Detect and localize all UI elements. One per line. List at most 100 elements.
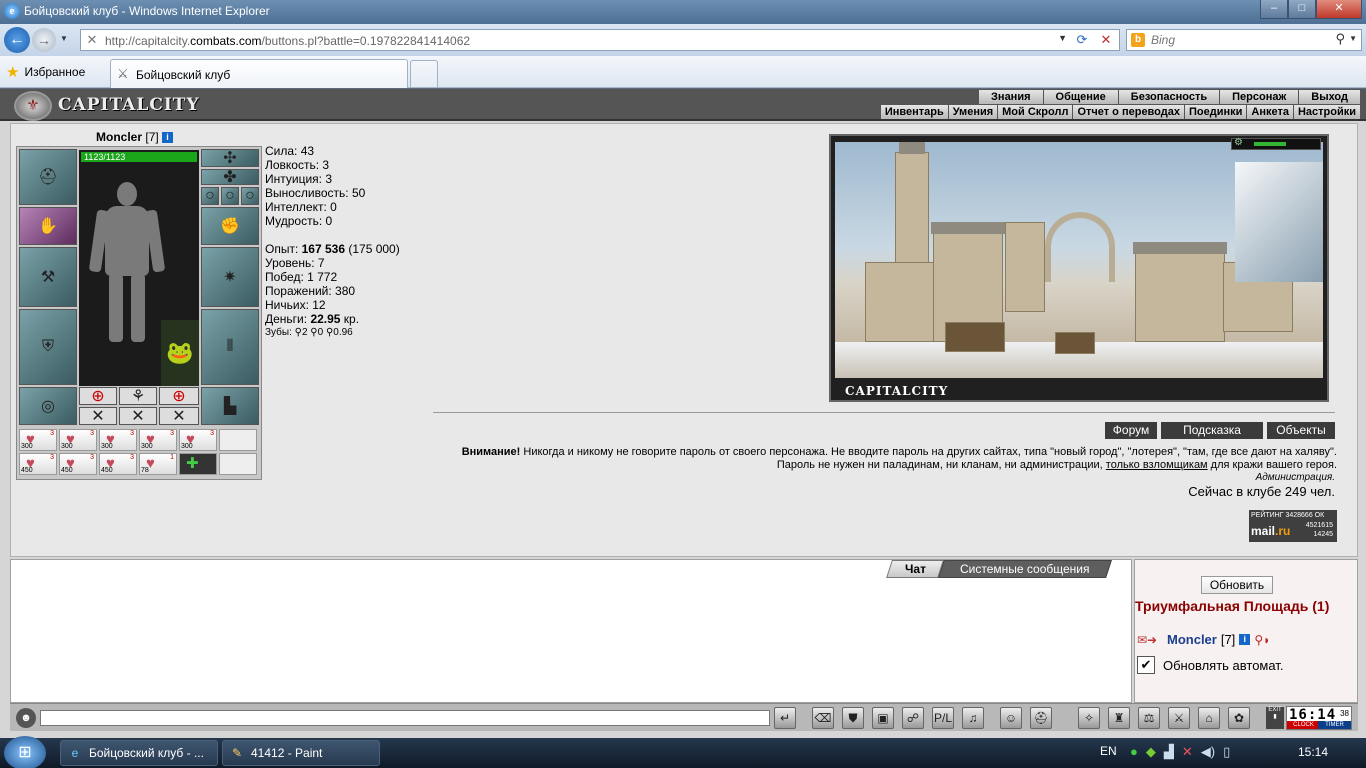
game-clock[interactable]: 16:14 38 CLOCK TIMER (1286, 706, 1352, 730)
potion-slot[interactable]: ♥ 3 300 (139, 429, 177, 451)
refresh-button[interactable]: Обновить (1201, 576, 1273, 594)
empty-slot[interactable] (219, 429, 257, 451)
potion-slot[interactable]: ♥ 3 450 (19, 453, 57, 475)
location-view[interactable]: ⚙ CAPITALCITY (829, 134, 1329, 402)
submenu-inventory[interactable]: Инвентарь (879, 105, 948, 119)
potion-slot[interactable]: ♥ 3 300 (179, 429, 217, 451)
ring1-slot[interactable]: ○ (201, 187, 219, 205)
sound-icon[interactable]: ♫ (962, 707, 984, 729)
rune-slot-5[interactable]: ✕ (119, 407, 157, 425)
system-clock[interactable]: 15:14 (1298, 745, 1328, 759)
mailru-rating-badge[interactable]: РЕЙТИНГ 3428666 ОК mail.ru 4521615 14245 (1249, 510, 1337, 542)
boots-slot[interactable]: ▙ (201, 387, 259, 425)
amulet-slot[interactable]: ✤ (201, 169, 259, 186)
weapon-slot[interactable]: ⚒ (19, 247, 77, 307)
security-icon[interactable]: ✕ (1182, 744, 1193, 760)
rune-slot-3[interactable]: ⊕ (159, 387, 199, 405)
submenu-skills[interactable]: Умения (947, 105, 998, 119)
helmet-slot[interactable]: ⛑ (19, 149, 77, 205)
save-icon[interactable]: ▣ (872, 707, 894, 729)
address-field[interactable]: ✕ http://capitalcity.combats.com/buttons… (80, 29, 1120, 51)
submenu-fights[interactable]: Поединки (1183, 105, 1247, 119)
menu-security[interactable]: Безопасность (1117, 90, 1220, 104)
objects-button[interactable]: Объекты (1267, 422, 1335, 439)
gift-icon[interactable]: ✿ (1228, 707, 1250, 729)
potion-slot[interactable]: ♥ 3 300 (59, 429, 97, 451)
pet-frog-icon[interactable]: 🐸 (161, 320, 199, 386)
info-icon[interactable]: i (1239, 634, 1251, 645)
submenu-profile[interactable]: Анкета (1246, 105, 1293, 119)
stop-icon[interactable]: ✕ (1097, 32, 1115, 48)
url-text[interactable]: http://capitalcity.combats.com/buttons.p… (105, 34, 470, 48)
smiley-icon[interactable]: ☺ (1000, 707, 1022, 729)
submenu-scroll[interactable]: Мой Скролл (997, 105, 1073, 119)
battery-icon[interactable]: ▯ (1223, 744, 1230, 760)
potion-slot[interactable]: ♥ 3 300 (19, 429, 57, 451)
scroll-slot[interactable]: ✚ (179, 453, 217, 475)
start-button[interactable]: ⊞ (4, 736, 46, 768)
new-tab-button[interactable] (410, 60, 438, 87)
language-indicator[interactable]: EN (1100, 744, 1117, 758)
potion-slot[interactable]: ♥ 3 300 (99, 429, 137, 451)
tab-combats[interactable]: ⚔ Бойцовский клуб (110, 59, 408, 88)
hackers-link[interactable]: только взломщикам (1106, 459, 1208, 471)
menu-exit[interactable]: Выход (1298, 90, 1360, 104)
minimize-button[interactable]: – (1260, 0, 1288, 19)
user-name[interactable]: Moncler (1167, 632, 1217, 647)
bracers-slot[interactable]: ✋ (19, 207, 77, 245)
rune-slot-4[interactable]: ✕ (79, 407, 117, 425)
forward-button[interactable]: → (32, 28, 56, 52)
nvidia-icon[interactable]: ◆ (1146, 744, 1156, 760)
helmet-icon[interactable]: ⛑ (1030, 707, 1052, 729)
gloves-slot[interactable]: ✊ (201, 207, 259, 245)
runner-icon[interactable]: ☍ (902, 707, 924, 729)
filter-icon[interactable]: ⛊ (842, 707, 864, 729)
maximize-button[interactable]: □ (1288, 0, 1316, 19)
house-icon[interactable]: ⌂ (1198, 707, 1220, 729)
private-message-icon[interactable]: ✉➜ (1137, 633, 1163, 647)
address-dropdown-icon[interactable]: ▼ (1058, 33, 1067, 43)
taskbar-item-ie[interactable]: e Бойцовский клуб - ... (60, 740, 218, 766)
earrings-slot[interactable]: ✣ (201, 149, 259, 167)
belt-slot[interactable]: ◎ (19, 387, 77, 425)
clan-tool-icon[interactable]: ⚔ (1168, 707, 1190, 729)
info-icon[interactable]: i (162, 132, 174, 144)
ring3-slot[interactable]: ○ (241, 187, 259, 205)
volume-icon[interactable]: ◀) (1201, 744, 1215, 760)
magic-icon[interactable]: ✧ (1078, 707, 1100, 729)
info-tray-icon[interactable]: ● (1130, 744, 1138, 760)
rune-slot-1[interactable]: ⊕ (79, 387, 117, 405)
menu-communication[interactable]: Общение (1042, 90, 1118, 104)
hint-button[interactable]: Подсказка (1161, 422, 1263, 439)
menu-character[interactable]: Персонаж (1219, 90, 1299, 104)
refresh-icon[interactable]: ⟳ (1073, 32, 1091, 48)
rune-slot-6[interactable]: ✕ (159, 407, 199, 425)
speech-icon[interactable]: ☻ (16, 708, 36, 728)
forum-button[interactable]: Форум (1105, 422, 1157, 439)
send-icon[interactable]: ↵ (774, 707, 796, 729)
submenu-settings[interactable]: Настройки (1292, 105, 1360, 119)
search-icon[interactable]: ⚲ (1335, 31, 1345, 47)
potion-slot[interactable]: ♥ 3 450 (99, 453, 137, 475)
greaves-slot[interactable]: ⫴ (201, 309, 259, 385)
tab-chat[interactable]: Чат (886, 560, 944, 578)
chat-area[interactable]: Чат Системные сообщения (10, 559, 1132, 703)
eraser-icon[interactable]: ⌫ (812, 707, 834, 729)
bag-icon[interactable]: ♜ (1108, 707, 1130, 729)
shield-slot[interactable]: ✷ (201, 247, 259, 307)
potion-slot[interactable]: ♥ 1 78 (139, 453, 177, 475)
ring2-slot[interactable]: ○ (221, 187, 239, 205)
history-dropdown-icon[interactable]: ▼ (60, 34, 68, 43)
search-input[interactable] (1151, 32, 1331, 48)
potion-slot[interactable]: ♥ 3 450 (59, 453, 97, 475)
back-button[interactable]: ← (4, 27, 30, 53)
close-button[interactable]: ✕ (1316, 0, 1362, 19)
trade-icon[interactable]: ⚖ (1138, 707, 1160, 729)
network-icon[interactable]: ▟ (1164, 744, 1174, 760)
chat-input[interactable] (40, 710, 770, 726)
auto-update-checkbox[interactable]: ✔ (1137, 656, 1155, 674)
favorites-button[interactable]: ★ Избранное (6, 63, 85, 81)
submenu-transfers[interactable]: Отчет о переводах (1072, 105, 1184, 119)
empty-slot[interactable] (219, 453, 257, 475)
rune-slot-2[interactable]: ⚘ (119, 387, 157, 405)
